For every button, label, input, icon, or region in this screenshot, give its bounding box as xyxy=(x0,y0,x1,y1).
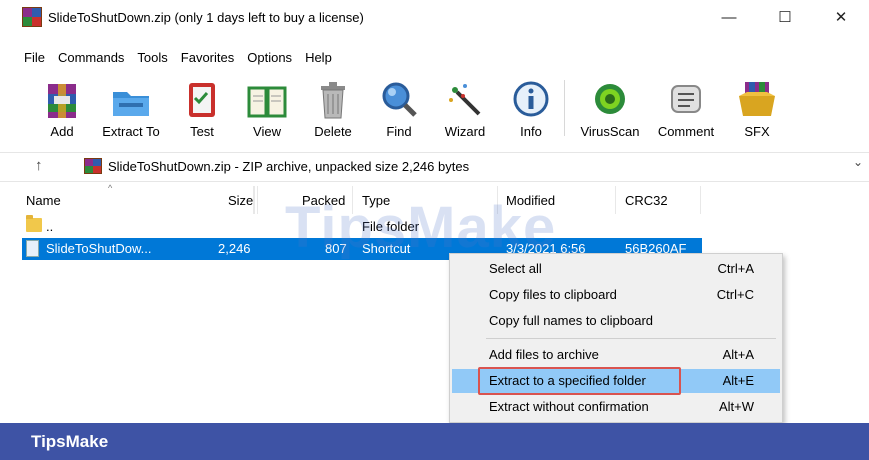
menu-item-label: Copy full names to clipboard xyxy=(489,313,654,328)
highlight-annotation xyxy=(478,367,681,395)
column-name-label: Name xyxy=(26,192,61,208)
address-field[interactable]: SlideToShutDown.zip - ZIP archive, unpac… xyxy=(84,155,868,177)
brand-label: TipsMake xyxy=(31,432,109,451)
virusscan-label: VirusScan xyxy=(580,124,640,139)
address-bar: ↑ SlideToShutDown.zip - ZIP archive, unp… xyxy=(0,152,869,182)
title-bar: SlideToShutDown.zip (only 1 days left to… xyxy=(0,0,869,34)
watermark: TipsMake xyxy=(285,195,557,260)
delete-button[interactable]: Delete xyxy=(300,78,366,139)
wizard-button[interactable]: Wizard xyxy=(432,78,498,139)
menu-item-shortcut: Ctrl+A xyxy=(717,261,754,276)
find-button[interactable]: Find xyxy=(366,78,432,139)
wizard-label: Wizard xyxy=(444,124,486,139)
virusscan-button[interactable]: VirusScan xyxy=(577,78,643,139)
menu-item-label: Add files to archive xyxy=(489,347,599,362)
address-text: SlideToShutDown.zip - ZIP archive, unpac… xyxy=(108,158,470,174)
view-book-icon xyxy=(247,86,287,118)
sfx-box-icon xyxy=(739,82,775,116)
info-icon xyxy=(513,81,549,117)
context-menu: Select all Ctrl+A Copy files to clipboar… xyxy=(449,253,783,423)
chevron-down-icon[interactable]: ⌄ xyxy=(853,155,863,169)
menu-commands[interactable]: Commands xyxy=(58,50,124,72)
add-label: Add xyxy=(50,124,74,139)
wand-icon xyxy=(449,84,481,116)
trash-icon xyxy=(321,82,345,119)
extract-to-button[interactable]: Extract To xyxy=(98,78,164,139)
menu-help[interactable]: Help xyxy=(305,50,332,72)
row-size: 2,246 xyxy=(218,241,251,256)
menu-item-label: Select all xyxy=(489,261,542,276)
row-name: .. xyxy=(46,219,54,234)
menu-item-extract-without-confirmation[interactable]: Extract without confirmation Alt+W xyxy=(452,395,780,419)
window-title: SlideToShutDown.zip (only 1 days left to… xyxy=(48,9,364,25)
sort-asc-icon: ^ xyxy=(108,183,113,193)
shortcut-file-icon xyxy=(26,240,39,257)
delete-label: Delete xyxy=(314,124,352,139)
menu-separator xyxy=(486,338,776,339)
sfx-button[interactable]: SFX xyxy=(724,78,790,139)
menu-item-copy-full-names[interactable]: Copy full names to clipboard xyxy=(452,309,780,333)
menu-tools[interactable]: Tools xyxy=(137,50,167,72)
winrar-window: SlideToShutDown.zip (only 1 days left to… xyxy=(0,0,869,423)
find-label: Find xyxy=(386,124,412,139)
menu-bar: File Commands Tools Favorites Options He… xyxy=(0,50,332,72)
extract-to-icon xyxy=(113,92,149,116)
menu-item-shortcut: Alt+E xyxy=(722,373,754,388)
comment-label: Comment xyxy=(657,124,715,139)
folder-icon xyxy=(26,215,42,232)
menu-item-shortcut: Alt+A xyxy=(722,347,754,362)
column-size[interactable]: Size xyxy=(228,193,253,208)
menu-file[interactable]: File xyxy=(24,50,45,72)
magnifier-icon xyxy=(382,82,417,117)
toolbar-separator xyxy=(564,80,565,136)
toolbar: Add Extract To Test View Delete Find Wiz… xyxy=(0,78,869,144)
menu-item-copy-files[interactable]: Copy files to clipboard Ctrl+C xyxy=(452,283,780,307)
menu-item-add-files[interactable]: Add files to archive Alt+A xyxy=(452,343,780,367)
comment-button[interactable]: Comment xyxy=(653,78,719,139)
view-button[interactable]: View xyxy=(234,78,300,139)
comment-icon xyxy=(671,85,701,113)
winrar-app-icon xyxy=(22,7,42,27)
minimize-button[interactable]: — xyxy=(701,0,757,34)
test-icon xyxy=(189,83,215,117)
footer-bar: TipsMake xyxy=(0,423,869,460)
test-label: Test xyxy=(190,124,214,139)
row-name: SlideToShutDow... xyxy=(46,241,152,256)
menu-options[interactable]: Options xyxy=(247,50,292,72)
archive-icon xyxy=(84,158,102,174)
column-crc32[interactable]: CRC32 xyxy=(625,193,668,208)
close-button[interactable]: ✕ xyxy=(813,0,869,34)
maximize-button[interactable]: ☐ xyxy=(757,0,813,34)
info-label: Info xyxy=(520,124,542,139)
sfx-label: SFX xyxy=(744,124,770,139)
menu-item-select-all[interactable]: Select all Ctrl+A xyxy=(452,257,780,281)
menu-favorites[interactable]: Favorites xyxy=(181,50,234,72)
up-arrow-icon[interactable]: ↑ xyxy=(35,157,43,174)
column-name[interactable]: Name ^ xyxy=(22,183,254,214)
extract-to-label: Extract To xyxy=(102,124,160,139)
add-archive-icon xyxy=(48,84,76,118)
test-button[interactable]: Test xyxy=(169,78,235,139)
bug-icon xyxy=(595,84,625,114)
menu-item-label: Copy files to clipboard xyxy=(489,287,617,302)
info-button[interactable]: Info xyxy=(498,78,564,139)
menu-item-shortcut: Alt+W xyxy=(718,399,754,414)
add-button[interactable]: Add xyxy=(29,78,95,139)
menu-item-shortcut: Ctrl+C xyxy=(716,287,754,302)
menu-item-label: Extract without confirmation xyxy=(489,399,649,414)
view-label: View xyxy=(253,124,281,139)
